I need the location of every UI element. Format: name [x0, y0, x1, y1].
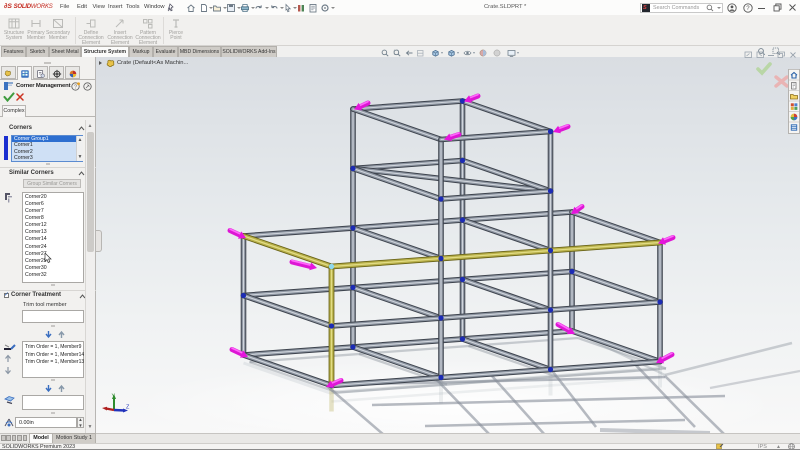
- svg-text:?: ?: [74, 84, 77, 90]
- svg-text:?: ?: [746, 6, 750, 12]
- svg-text:Z: Z: [126, 405, 130, 411]
- svg-text:Y: Y: [112, 394, 116, 400]
